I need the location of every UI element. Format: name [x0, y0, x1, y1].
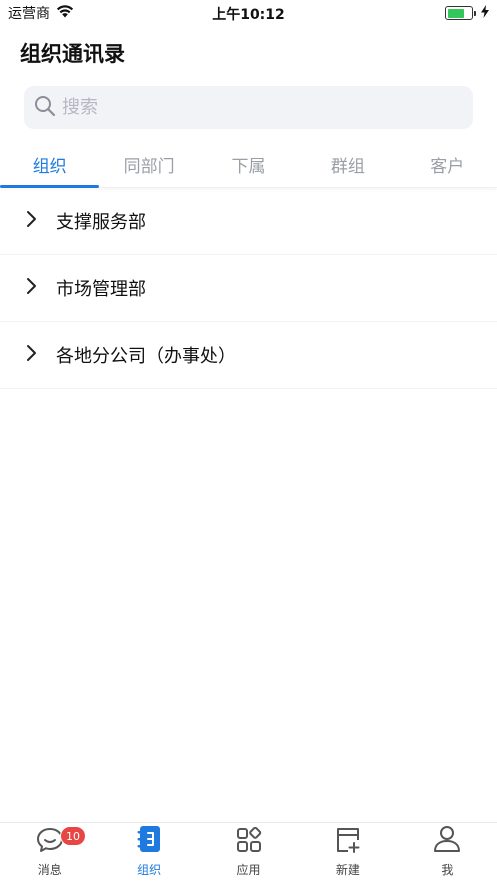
nav-item-apps[interactable]: 应用 — [199, 823, 298, 883]
unread-badge: 10 — [60, 826, 86, 846]
nav-label: 新建 — [335, 863, 360, 877]
tab-customers[interactable]: 客户 — [398, 140, 497, 188]
nav-item-me[interactable]: 我 — [398, 823, 497, 883]
status-right — [445, 4, 489, 22]
status-time: 上午10:12 — [212, 7, 285, 23]
nav-label: 应用 — [236, 863, 261, 877]
chevron-right-icon — [26, 344, 38, 366]
nav-label: 消息 — [37, 863, 62, 877]
carrier-label: 运营商 — [8, 6, 50, 22]
search-icon — [34, 95, 56, 121]
tab-bar: 组织 同部门 下属 群组 客户 — [0, 140, 497, 188]
nav-item-messages[interactable]: 10 消息 — [0, 823, 99, 883]
department-label: 支撑服务部 — [56, 212, 146, 233]
nav-label: 组织 — [137, 863, 162, 877]
bottom-nav: 10 消息 组织 应用 新建 我 — [0, 822, 497, 883]
department-label: 各地分公司（办事处） — [56, 346, 236, 367]
nav-item-organization[interactable]: 组织 — [99, 823, 198, 883]
tab-subordinates[interactable]: 下属 — [199, 140, 298, 188]
battery-fill — [447, 8, 464, 18]
chevron-right-icon — [26, 210, 38, 232]
apps-grid-icon — [236, 826, 262, 857]
battery-icon — [445, 6, 476, 20]
new-document-icon — [335, 827, 361, 857]
tab-same-department[interactable]: 同部门 — [99, 140, 198, 188]
department-item-market-management[interactable]: 市场管理部 — [0, 255, 497, 322]
department-list: 支撑服务部 市场管理部 各地分公司（办事处） — [0, 188, 497, 389]
page-title: 组织通讯录 — [20, 42, 125, 66]
tab-groups[interactable]: 群组 — [298, 140, 397, 188]
nav-item-new[interactable]: 新建 — [298, 823, 397, 883]
chevron-right-icon — [26, 277, 38, 299]
status-left: 运营商 — [8, 3, 74, 23]
tab-organization[interactable]: 组织 — [0, 140, 100, 188]
department-item-support-services[interactable]: 支撑服务部 — [0, 188, 497, 255]
chat-bubble-icon — [36, 827, 64, 857]
wifi-icon — [56, 4, 74, 22]
app-screen: 运营商 上午10:12 组织通讯录 搜索 组织 同部门 下属 群组 客户 支撑服… — [0, 0, 497, 883]
status-bar: 运营商 上午10:12 — [0, 0, 497, 26]
search-input[interactable] — [62, 97, 442, 118]
nav-label: 我 — [441, 863, 454, 877]
person-icon — [433, 825, 461, 857]
charging-icon — [481, 4, 489, 22]
department-item-branch-offices[interactable]: 各地分公司（办事处） — [0, 322, 497, 389]
address-book-icon — [137, 825, 161, 857]
department-label: 市场管理部 — [56, 279, 146, 300]
search-box[interactable] — [24, 86, 473, 129]
